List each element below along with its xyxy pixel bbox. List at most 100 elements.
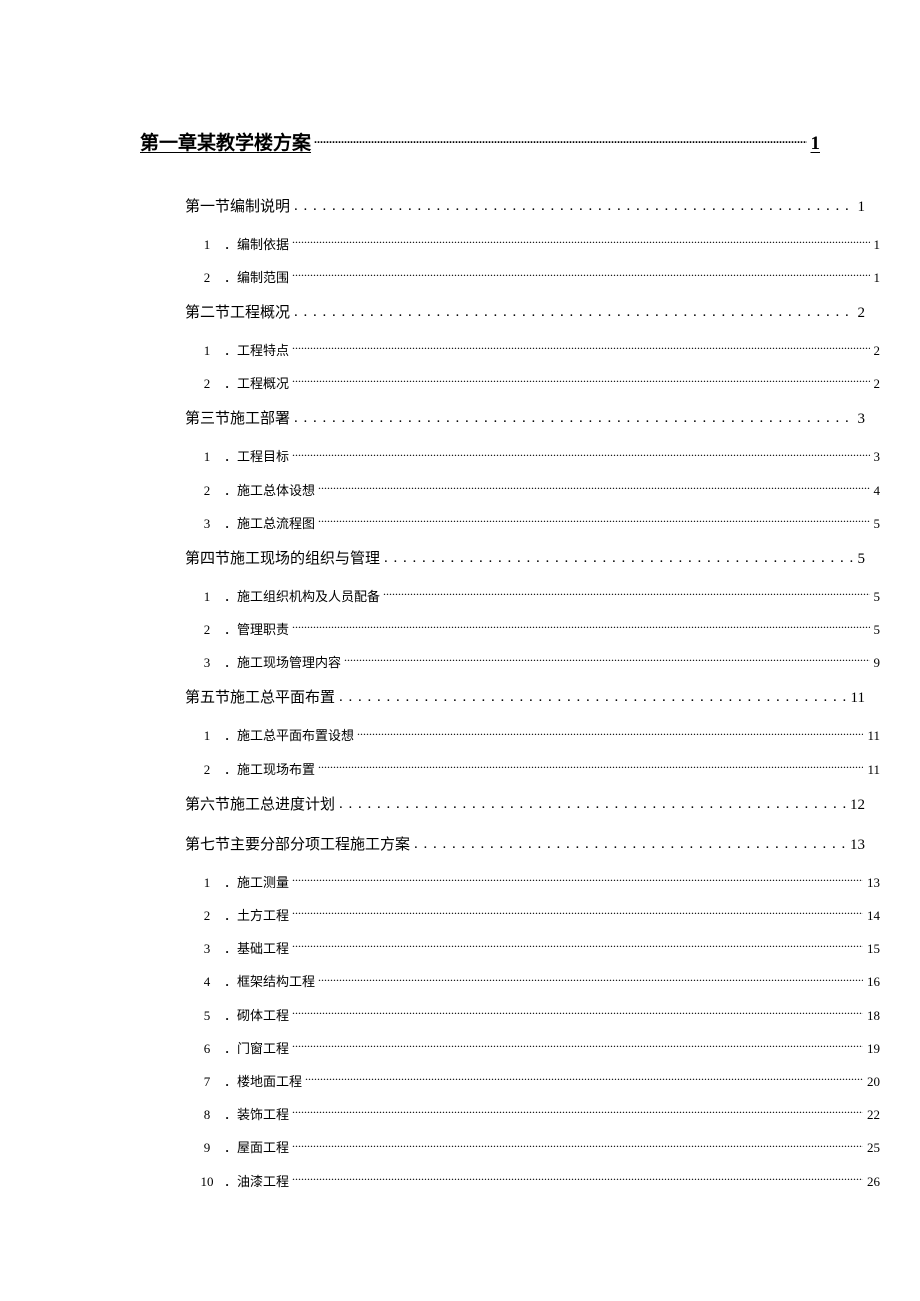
toc-item[interactable]: 4 ．框架结构工程 16 (200, 973, 880, 991)
toc-section-page: 1 (858, 197, 866, 218)
toc-item-title: ．工程概况 (224, 375, 289, 393)
toc-item-title: ．管理职责 (224, 621, 289, 639)
toc-item[interactable]: 1 ．编制依据 1 (200, 236, 880, 254)
toc-item[interactable]: 3 ．基础工程 15 (200, 940, 880, 958)
toc-section-2[interactable]: 第二节工程概况 2 (185, 302, 865, 324)
toc-item-title: ．施工总流程图 (224, 515, 315, 533)
toc-item-page: 16 (867, 973, 880, 991)
toc-item[interactable]: 2 ．土方工程 14 (200, 907, 880, 925)
toc-leader-dots (290, 408, 853, 423)
toc-item-title: ．工程目标 (224, 448, 289, 466)
toc-leader-dots (410, 834, 846, 849)
toc-item-page: 1 (874, 236, 881, 254)
toc-item-page: 3 (874, 448, 881, 466)
toc-chapter-heading[interactable]: 第一章某教学楼方案 1 (140, 130, 820, 158)
toc-leader-dots (289, 940, 863, 953)
toc-item[interactable]: 1 ．工程特点 2 (200, 342, 880, 360)
toc-item[interactable]: 1 ．施工总平面布置设想 11 (200, 727, 880, 745)
toc-leader-dots (289, 448, 869, 461)
toc-leader-dots (311, 130, 806, 149)
toc-item[interactable]: 5 ．砌体工程 18 (200, 1007, 880, 1025)
toc-leader-dots (380, 588, 869, 601)
toc-item[interactable]: 1 ．施工测量 13 (200, 874, 880, 892)
toc-leader-dots (289, 269, 869, 282)
toc-section-title: 第七节主要分部分项工程施工方案 (185, 835, 410, 856)
toc-leader-dots (289, 907, 863, 920)
toc-section-title: 第四节施工现场的组织与管理 (185, 549, 380, 570)
toc-item-num: 2 (200, 621, 214, 639)
toc-section-5[interactable]: 第五节施工总平面布置 11 (185, 687, 865, 709)
toc-item-title: ．施工现场管理内容 (224, 654, 341, 672)
toc-section-page: 5 (858, 549, 866, 570)
toc-section-page: 11 (851, 688, 865, 709)
toc-leader-dots (341, 654, 869, 667)
toc-item-page: 1 (874, 269, 881, 287)
toc-item[interactable]: 2 ．工程概况 2 (200, 375, 880, 393)
toc-item-title: ．楼地面工程 (224, 1073, 302, 1091)
toc-leader-dots (289, 1139, 863, 1152)
toc-item-page: 19 (867, 1040, 880, 1058)
toc-item-num: 6 (200, 1040, 214, 1058)
toc-item[interactable]: 3 ．施工现场管理内容 9 (200, 654, 880, 672)
toc-item-num: 10 (200, 1173, 214, 1191)
toc-item-title: ．框架结构工程 (224, 973, 315, 991)
toc-section-7[interactable]: 第七节主要分部分项工程施工方案 13 (185, 834, 865, 856)
toc-item-title: ．施工总体设想 (224, 482, 315, 500)
toc-leader-dots (290, 196, 853, 211)
toc-leader-dots (289, 1007, 863, 1020)
toc-item-num: 1 (200, 448, 214, 466)
toc-item-title: ．施工组织机构及人员配备 (224, 588, 380, 606)
toc-leader-dots (289, 236, 869, 249)
toc-section-page: 12 (850, 795, 865, 816)
toc-item-num: 1 (200, 588, 214, 606)
toc-item-num: 3 (200, 654, 214, 672)
toc-item-page: 14 (867, 907, 880, 925)
toc-leader-dots (335, 687, 847, 702)
toc-item[interactable]: 8 ．装饰工程 22 (200, 1106, 880, 1124)
toc-item-page: 13 (867, 874, 880, 892)
toc-leader-dots (354, 727, 863, 740)
toc-item-num: 8 (200, 1106, 214, 1124)
toc-item-num: 1 (200, 727, 214, 745)
toc-section-title: 第三节施工部署 (185, 409, 290, 430)
toc-item[interactable]: 3 ．施工总流程图 5 (200, 515, 880, 533)
toc-section-4[interactable]: 第四节施工现场的组织与管理 5 (185, 548, 865, 570)
toc-leader-dots (315, 482, 869, 495)
toc-item-page: 11 (867, 727, 880, 745)
toc-section-3[interactable]: 第三节施工部署 3 (185, 408, 865, 430)
toc-item[interactable]: 2 ．施工总体设想 4 (200, 482, 880, 500)
toc-item[interactable]: 1 ．工程目标 3 (200, 448, 880, 466)
toc-item[interactable]: 2 ．编制范围 1 (200, 269, 880, 287)
toc-section-page: 3 (858, 409, 866, 430)
toc-item-title: ．屋面工程 (224, 1139, 289, 1157)
toc-chapter-page: 1 (811, 131, 821, 158)
toc-item-page: 4 (874, 482, 881, 500)
toc-item-page: 26 (867, 1173, 880, 1191)
toc-leader-dots (289, 375, 869, 388)
toc-item[interactable]: 7 ．楼地面工程 20 (200, 1073, 880, 1091)
toc-item[interactable]: 9 ．屋面工程 25 (200, 1139, 880, 1157)
toc-item-num: 2 (200, 761, 214, 779)
toc-section-1[interactable]: 第一节编制说明 1 (185, 196, 865, 218)
toc-item-num: 2 (200, 907, 214, 925)
toc-section-title: 第一节编制说明 (185, 197, 290, 218)
toc-item[interactable]: 1 ．施工组织机构及人员配备 5 (200, 588, 880, 606)
toc-item-title: ．土方工程 (224, 907, 289, 925)
toc-item[interactable]: 2 ．管理职责 5 (200, 621, 880, 639)
toc-item[interactable]: 2 ．施工现场布置 11 (200, 761, 880, 779)
toc-section-page: 2 (858, 303, 866, 324)
toc-section-6[interactable]: 第六节施工总进度计划 12 (185, 794, 865, 816)
toc-leader-dots (289, 1106, 863, 1119)
toc-item-page: 2 (874, 342, 881, 360)
toc-item-num: 2 (200, 375, 214, 393)
toc-item-num: 1 (200, 236, 214, 254)
toc-item[interactable]: 6 ．门窗工程 19 (200, 1040, 880, 1058)
toc-item[interactable]: 10 ．油漆工程 26 (200, 1173, 880, 1191)
toc-item-page: 5 (874, 515, 881, 533)
toc-item-title: ．编制范围 (224, 269, 289, 287)
toc-item-page: 2 (874, 375, 881, 393)
toc-leader-dots (289, 1173, 863, 1186)
toc-leader-dots (289, 342, 869, 355)
toc-leader-dots (335, 794, 846, 809)
toc-item-num: 1 (200, 874, 214, 892)
